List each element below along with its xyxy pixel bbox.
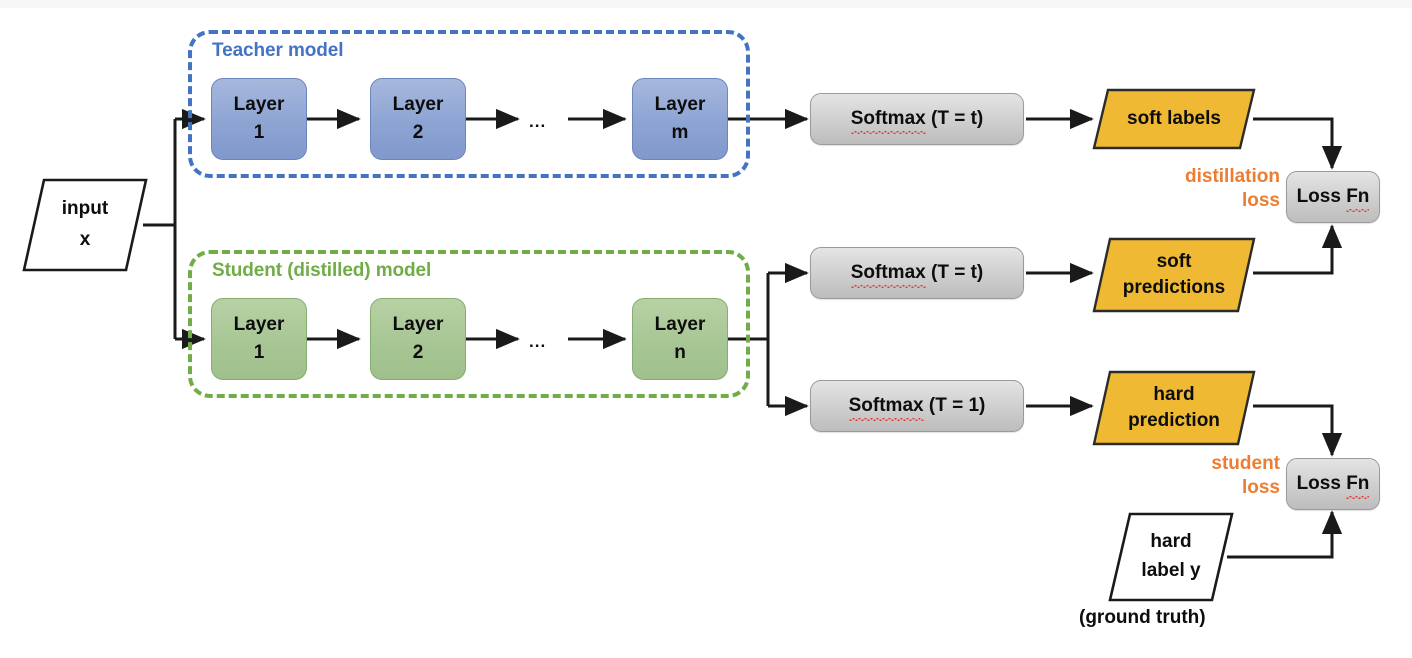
student-layer-n-line1: Layer — [654, 313, 706, 335]
teacher-layer-1[interactable]: Layer 1 — [211, 78, 307, 160]
student-loss-caption-line1: student — [1211, 453, 1280, 474]
student-soft-softmax-label: Softmax (T = t) — [850, 261, 984, 289]
student-loss-rest: Fn — [1346, 472, 1370, 500]
student-ellipsis: ... — [529, 332, 547, 351]
student-hard-softmax-label: Softmax (T = 1) — [848, 394, 986, 422]
teacher-layer-m[interactable]: Layer m — [632, 78, 728, 160]
student-loss-word: Loss — [1296, 472, 1347, 494]
student-soft-softmax-word: Softmax — [850, 261, 926, 289]
student-loss-caption-line2: loss — [1241, 476, 1280, 498]
soft-predictions-node[interactable]: soft predictions — [1092, 237, 1256, 313]
teacher-ellipsis: ... — [529, 112, 547, 131]
hard-label-line2: label y — [1141, 560, 1201, 581]
distillation-loss-caption: distillation loss — [1114, 165, 1280, 213]
teacher-layer-m-line1: Layer — [654, 93, 706, 115]
hard-label-node[interactable]: hard label y — [1108, 512, 1234, 602]
teacher-softmax-rest: (T = t) — [925, 107, 984, 129]
student-soft-softmax-rest: (T = t) — [925, 261, 984, 283]
distillation-loss-label: Loss Fn — [1296, 185, 1370, 213]
student-layer-1-line1: Layer — [233, 313, 285, 335]
distillation-loss-caption-line1: distillation — [1185, 166, 1280, 187]
distillation-loss-rest: Fn — [1346, 185, 1370, 213]
hard-prediction-shape — [1092, 370, 1256, 446]
edge-hardlabel-to-loss2 — [1227, 510, 1343, 559]
student-group-label: Student (distilled) model — [212, 260, 432, 281]
soft-labels-label: soft labels — [1127, 107, 1221, 129]
input-node[interactable]: input x — [22, 178, 148, 272]
teacher-layer-1-line2: 1 — [253, 122, 265, 143]
teacher-layer-1-line1: Layer — [233, 93, 285, 115]
distillation-loss-caption-line2: loss — [1241, 189, 1280, 211]
soft-predictions-line1: soft — [1156, 250, 1192, 272]
hard-prediction-node[interactable]: hard prediction — [1092, 370, 1256, 446]
diagram-canvas: Teacher model Layer 1 Layer 2 ... Layer … — [0, 0, 1412, 658]
hard-label-line1: hard — [1150, 531, 1192, 553]
student-soft-softmax-box[interactable]: Softmax (T = t) — [810, 247, 1024, 299]
student-hard-softmax-word: Softmax — [848, 394, 924, 422]
distillation-loss-box[interactable]: Loss Fn — [1286, 171, 1380, 223]
student-loss-label: Loss Fn — [1296, 472, 1370, 500]
student-layer-2-line2: 2 — [412, 342, 424, 363]
input-line2: x — [79, 229, 91, 250]
hard-label-shape — [1108, 512, 1234, 602]
teacher-softmax-label: Softmax (T = t) — [850, 107, 984, 135]
student-hard-softmax-box[interactable]: Softmax (T = 1) — [810, 380, 1024, 432]
soft-predictions-line2: predictions — [1122, 276, 1226, 298]
distillation-loss-word: Loss — [1296, 185, 1347, 207]
student-loss-caption: student loss — [1114, 452, 1280, 500]
student-layer-1-line2: 1 — [253, 342, 265, 363]
teacher-layer-m-line2: m — [671, 122, 689, 143]
student-loss-box[interactable]: Loss Fn — [1286, 458, 1380, 510]
edge-softlabels-to-loss1 — [1253, 117, 1343, 170]
student-layer-n-line2: n — [674, 342, 686, 363]
teacher-group-label: Teacher model — [212, 40, 344, 61]
edge-hardpred-to-loss2 — [1253, 404, 1343, 457]
soft-predictions-shape — [1092, 237, 1256, 313]
teacher-softmax-word: Softmax — [850, 107, 926, 135]
student-layer-2-line1: Layer — [392, 313, 444, 335]
ground-truth-caption: (ground truth) — [1079, 607, 1206, 628]
teacher-softmax-box[interactable]: Softmax (T = t) — [810, 93, 1024, 145]
edge-softpred-to-loss1 — [1253, 224, 1343, 275]
input-line1: input — [61, 198, 109, 220]
student-layer-1[interactable]: Layer 1 — [211, 298, 307, 380]
soft-labels-node[interactable]: soft labels — [1092, 88, 1256, 150]
teacher-layer-2[interactable]: Layer 2 — [370, 78, 466, 160]
hard-prediction-line1: hard — [1153, 383, 1195, 405]
teacher-layer-2-line1: Layer — [392, 93, 444, 115]
student-layer-n[interactable]: Layer n — [632, 298, 728, 380]
student-hard-softmax-rest: (T = 1) — [923, 394, 986, 416]
input-shape — [22, 178, 148, 272]
student-layer-2[interactable]: Layer 2 — [370, 298, 466, 380]
teacher-layer-2-line2: 2 — [412, 122, 424, 143]
top-edge-strip — [0, 0, 1412, 8]
hard-prediction-line2: prediction — [1128, 409, 1220, 431]
